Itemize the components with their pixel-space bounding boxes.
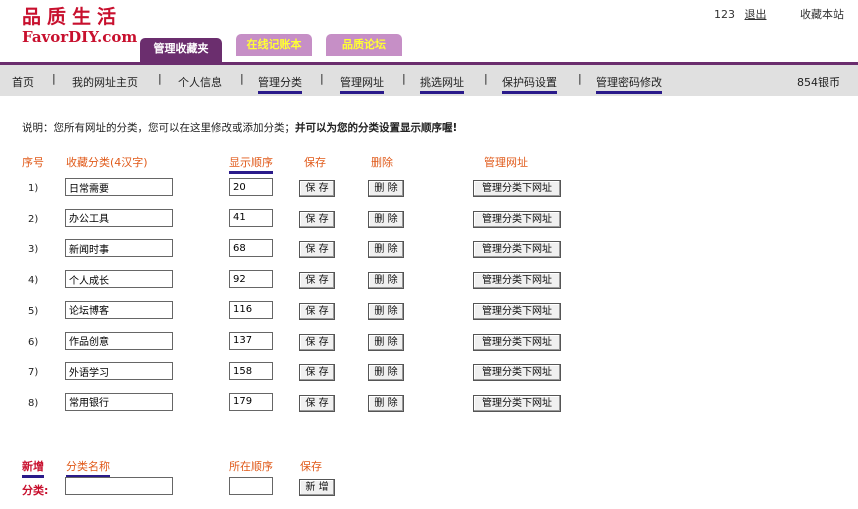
nav-pick-urls[interactable]: 挑选网址 — [420, 74, 464, 94]
instruction-text: 说明：您所有网址的分类，您可以在这里修改或添加分类；并可以为您的分类设置显示顺序… — [22, 122, 458, 134]
tab-quality-forum[interactable]: 品质论坛 — [326, 34, 402, 56]
row-index: 1) — [28, 183, 39, 194]
new-name-header: 分类名称 — [66, 458, 110, 478]
nav-separator: | — [158, 72, 162, 85]
tab-online-accounting[interactable]: 在线记账本 — [236, 34, 312, 56]
save-button[interactable]: 保 存 — [299, 394, 335, 412]
category-name-input[interactable] — [65, 178, 173, 196]
delete-button[interactable]: 删 除 — [368, 272, 404, 290]
add-category-button[interactable]: 新 增 — [299, 479, 335, 496]
nav-separator: | — [52, 72, 56, 85]
header-index: 序号 — [22, 156, 44, 169]
manage-category-urls-button[interactable]: 管理分类下网址 — [473, 364, 561, 382]
category-name-input[interactable] — [65, 300, 173, 319]
nav-separator: | — [320, 72, 324, 85]
category-name-input[interactable] — [65, 270, 173, 289]
new-order-header: 所在顺序 — [229, 460, 273, 473]
top-user-links: 123 退出 收藏本站 — [708, 6, 844, 22]
save-button[interactable]: 保 存 — [299, 241, 335, 259]
new-category-label: 分类: — [22, 484, 49, 497]
logo-english: FavorDIY.com — [22, 28, 138, 46]
category-name-input[interactable] — [65, 331, 173, 350]
row-index: 5) — [28, 305, 39, 317]
header-category: 收藏分类(4汉字) — [66, 156, 148, 169]
manage-category-urls-button[interactable]: 管理分类下网址 — [473, 210, 561, 228]
manage-category-urls-button[interactable]: 管理分类下网址 — [473, 180, 561, 197]
display-order-input[interactable] — [229, 178, 273, 196]
nav-protection-code[interactable]: 保护码设置 — [502, 74, 557, 94]
nav-separator: | — [240, 72, 244, 85]
delete-button[interactable]: 删 除 — [368, 180, 404, 197]
tab-manage-favorites[interactable]: 管理收藏夹 — [140, 38, 222, 62]
username: 123 — [714, 8, 735, 21]
nav-home[interactable]: 首页 — [12, 74, 34, 90]
manage-category-urls-button[interactable]: 管理分类下网址 — [473, 302, 561, 320]
new-label: 新增 — [22, 458, 44, 478]
display-order-input[interactable] — [229, 331, 273, 350]
new-category-order-input[interactable] — [229, 477, 273, 495]
save-button[interactable]: 保 存 — [299, 364, 335, 382]
row-index: 6) — [28, 336, 39, 348]
manage-category-urls-button[interactable]: 管理分类下网址 — [473, 333, 561, 351]
row-index: 8) — [28, 397, 39, 409]
row-index: 4) — [28, 275, 39, 287]
nav-my-homepage[interactable]: 我的网址主页 — [72, 74, 138, 90]
row-index: 3) — [28, 244, 39, 256]
new-save-header: 保存 — [300, 460, 322, 473]
display-order-input[interactable] — [229, 362, 273, 381]
nav-separator: | — [578, 72, 582, 85]
display-order-input[interactable] — [229, 239, 273, 258]
header-display-order: 显示顺序 — [229, 154, 273, 174]
header-save: 保存 — [304, 156, 326, 169]
save-button[interactable]: 保 存 — [299, 333, 335, 351]
delete-button[interactable]: 删 除 — [368, 364, 404, 382]
nav-manage-urls[interactable]: 管理网址 — [340, 74, 384, 94]
save-button[interactable]: 保 存 — [299, 272, 335, 290]
row-index: 2) — [28, 213, 39, 225]
nav-profile[interactable]: 个人信息 — [178, 74, 222, 90]
row-index: 7) — [28, 367, 39, 379]
nav-separator: | — [402, 72, 406, 85]
logo-chinese: 品质生活 — [22, 6, 123, 28]
delete-button[interactable]: 删 除 — [368, 210, 404, 228]
manage-category-urls-button[interactable]: 管理分类下网址 — [473, 241, 561, 259]
category-name-input[interactable] — [65, 392, 173, 411]
delete-button[interactable]: 删 除 — [368, 394, 404, 412]
new-category-name-input[interactable] — [65, 477, 173, 495]
delete-button[interactable]: 删 除 — [368, 241, 404, 259]
manage-category-urls-button[interactable]: 管理分类下网址 — [473, 272, 561, 290]
coin-balance: 854银币 — [797, 76, 840, 89]
save-button[interactable]: 保 存 — [299, 302, 335, 320]
category-name-input[interactable] — [65, 239, 173, 258]
header-delete: 删除 — [371, 156, 393, 169]
nav-change-password[interactable]: 管理密码修改 — [596, 74, 662, 94]
sub-navbar: 首页 | 我的网址主页 | 个人信息 | 管理分类 | 管理网址 | 挑选网址 … — [0, 62, 858, 96]
nav-manage-categories[interactable]: 管理分类 — [258, 74, 302, 94]
delete-button[interactable]: 删 除 — [368, 302, 404, 320]
category-name-input[interactable] — [65, 208, 173, 227]
nav-separator: | — [484, 72, 488, 85]
save-button[interactable]: 保 存 — [299, 210, 335, 228]
category-name-input[interactable] — [65, 362, 173, 381]
manage-category-urls-button[interactable]: 管理分类下网址 — [473, 394, 561, 412]
header-manage-urls: 管理网址 — [484, 156, 528, 169]
save-button[interactable]: 保 存 — [299, 180, 335, 197]
bookmark-site-link[interactable]: 收藏本站 — [800, 8, 844, 21]
display-order-input[interactable] — [229, 208, 273, 227]
display-order-input[interactable] — [229, 392, 273, 411]
logout-link[interactable]: 退出 — [745, 8, 767, 21]
display-order-input[interactable] — [229, 300, 273, 319]
display-order-input[interactable] — [229, 270, 273, 289]
delete-button[interactable]: 删 除 — [368, 333, 404, 351]
